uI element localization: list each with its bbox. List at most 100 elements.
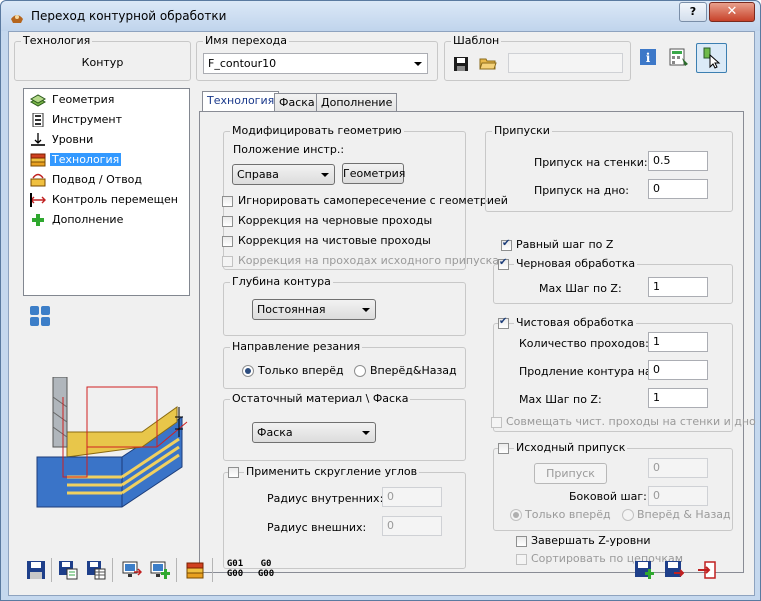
finish-z-label: Завершать Z-уровни xyxy=(531,534,651,547)
rough-checkbox[interactable] xyxy=(498,257,509,270)
tool-position-combo[interactable]: Справа xyxy=(232,164,335,185)
tab-misc[interactable]: Дополнение xyxy=(316,93,398,112)
toolbar-separator xyxy=(176,558,177,582)
close-button[interactable]: ✕ xyxy=(709,2,755,22)
direction-group: Направление резания Только вперёд Вперёд… xyxy=(223,340,466,389)
finish-z-checkbox[interactable] xyxy=(516,536,527,547)
tool-position-value: Справа xyxy=(237,168,279,181)
layers-icon[interactable] xyxy=(185,560,205,580)
equal-z-checkbox[interactable] xyxy=(501,238,512,251)
finish-max-z-field[interactable]: 1 xyxy=(648,388,708,408)
inner-radius-field[interactable]: 0 xyxy=(382,487,442,507)
wall-allowance-label: Припуск на стенки: xyxy=(534,156,648,169)
tree-label: Инструмент xyxy=(52,113,123,126)
allowances-group: Припуски Припуск на стенки: 0.5 Припуск … xyxy=(485,124,733,212)
ignore-self-intersection-checkbox[interactable] xyxy=(222,196,233,207)
window-title: Переход контурной обработки xyxy=(31,9,227,23)
op-name-combo[interactable]: F_contour10 xyxy=(203,53,428,74)
depth-group: Глубина контура Постоянная xyxy=(223,275,466,336)
outer-radius-field[interactable]: 0 xyxy=(382,516,442,536)
corner-rounding-checkbox[interactable] xyxy=(228,467,239,478)
stock-forward-label: Только вперёд xyxy=(525,508,611,521)
save-table-icon[interactable] xyxy=(86,560,106,580)
help-button[interactable]: ? xyxy=(679,2,707,22)
save-next-icon[interactable] xyxy=(664,560,684,580)
save-param-icon[interactable] xyxy=(58,560,78,580)
tree-item-lead[interactable]: Подвод / Отвод xyxy=(30,171,144,189)
tab-technology[interactable]: Технология xyxy=(202,91,280,112)
finish-extend-label: Продление контура на: xyxy=(519,365,656,378)
grid-view-icon[interactable] xyxy=(29,305,51,327)
wall-allowance-field[interactable]: 0.5 xyxy=(648,151,708,171)
template-group: Шаблон xyxy=(444,34,631,81)
finish-passes-field[interactable]: 1 xyxy=(648,332,708,352)
open-template-icon[interactable] xyxy=(479,55,497,71)
export-icon[interactable] xyxy=(122,560,142,580)
gcode1-top: G01 xyxy=(226,559,244,569)
stock-both-radio[interactable] xyxy=(622,509,634,521)
tab-chamfer[interactable]: Фаска xyxy=(274,93,320,112)
finish-title: Чистовая обработка xyxy=(514,316,636,329)
combine-finish-checkbox[interactable] xyxy=(491,417,502,428)
finish-extend-field[interactable]: 0 xyxy=(648,360,708,380)
levels-icon xyxy=(31,133,45,146)
depth-combo[interactable]: Постоянная xyxy=(252,299,376,320)
save-template-icon[interactable] xyxy=(453,56,469,72)
inner-radius-label: Радиус внутренних: xyxy=(267,492,384,505)
tree-item-motion[interactable]: Контроль перемещен xyxy=(30,191,180,209)
finish-max-z-label: Max Шаг по Z: xyxy=(519,393,602,406)
gcode-g01-button[interactable]: G01 G00 xyxy=(222,559,248,579)
rough-max-z-field[interactable]: 1 xyxy=(648,277,708,297)
info-icon[interactable]: i xyxy=(640,49,656,65)
save-add-icon[interactable] xyxy=(634,560,654,580)
stock-button[interactable]: Припуск xyxy=(534,463,607,484)
gcode-g0-button[interactable]: G0 G00 xyxy=(253,559,279,579)
technology-value: Контур xyxy=(81,56,124,69)
tree-item-levels[interactable]: Уровни xyxy=(30,131,95,149)
tool-icon xyxy=(32,113,44,127)
tree-item-geometry[interactable]: Геометрия xyxy=(30,91,116,109)
template-field[interactable] xyxy=(508,53,623,73)
add-monitor-icon[interactable] xyxy=(150,560,170,580)
rest-material-group: Остаточный материал \ Фаска Фаска xyxy=(223,392,466,461)
corner-rounding-group: Применить скругление углов Радиус внутре… xyxy=(223,465,466,569)
stock-comp-checkbox[interactable] xyxy=(222,256,233,267)
depth-value: Постоянная xyxy=(257,303,326,316)
op-name-group: Имя перехода F_contour10 xyxy=(196,34,438,81)
finish-passes-label: Количество проходов: xyxy=(519,337,649,350)
sort-chains-label: Сортировать по цепочкам xyxy=(531,552,684,565)
exit-icon[interactable] xyxy=(697,560,717,580)
direction-both-radio[interactable] xyxy=(354,365,366,377)
tree-item-misc[interactable]: Дополнение xyxy=(30,211,125,229)
save-icon[interactable] xyxy=(26,560,46,580)
pointer-tool-button[interactable] xyxy=(696,43,727,73)
allowances-title: Припуски xyxy=(492,124,552,137)
stock-field[interactable]: 0 xyxy=(648,458,708,478)
calc-icon[interactable] xyxy=(668,46,690,68)
floor-allowance-label: Припуск на дно: xyxy=(534,184,629,197)
floor-allowance-field[interactable]: 0 xyxy=(648,179,708,199)
title-bar[interactable]: Переход контурной обработки ? ✕ xyxy=(1,1,760,31)
finish-checkbox[interactable] xyxy=(498,316,509,329)
stock-forward-radio[interactable] xyxy=(510,509,522,521)
direction-forward-radio[interactable] xyxy=(242,365,254,377)
direction-title: Направление резания xyxy=(230,340,363,353)
tree-item-technology[interactable]: Технология xyxy=(30,151,122,169)
sort-chains-checkbox[interactable] xyxy=(516,554,527,565)
geometry-button[interactable]: Геометрия xyxy=(342,163,405,184)
ignore-self-intersection-label: Игнорировать самопересечение с геометрие… xyxy=(238,194,508,207)
direction-both-label: Вперёд&Назад xyxy=(370,364,457,377)
direction-forward-label: Только вперёд xyxy=(258,364,344,377)
op-name-value: F_contour10 xyxy=(208,57,277,70)
tree-label: Контроль перемещен xyxy=(52,193,178,206)
tree-item-tool[interactable]: Инструмент xyxy=(30,111,124,129)
app-icon xyxy=(11,15,23,23)
finish-group: Чистовая обработка Количество проходов: … xyxy=(491,316,756,432)
side-step-field[interactable]: 0 xyxy=(648,486,708,506)
stock-checkbox[interactable] xyxy=(498,443,509,454)
rough-comp-checkbox[interactable] xyxy=(222,216,233,227)
technology-label: Технология xyxy=(21,34,93,47)
chevron-down-icon xyxy=(321,173,329,177)
finish-comp-checkbox[interactable] xyxy=(222,236,233,247)
rest-material-combo[interactable]: Фаска xyxy=(252,422,376,443)
